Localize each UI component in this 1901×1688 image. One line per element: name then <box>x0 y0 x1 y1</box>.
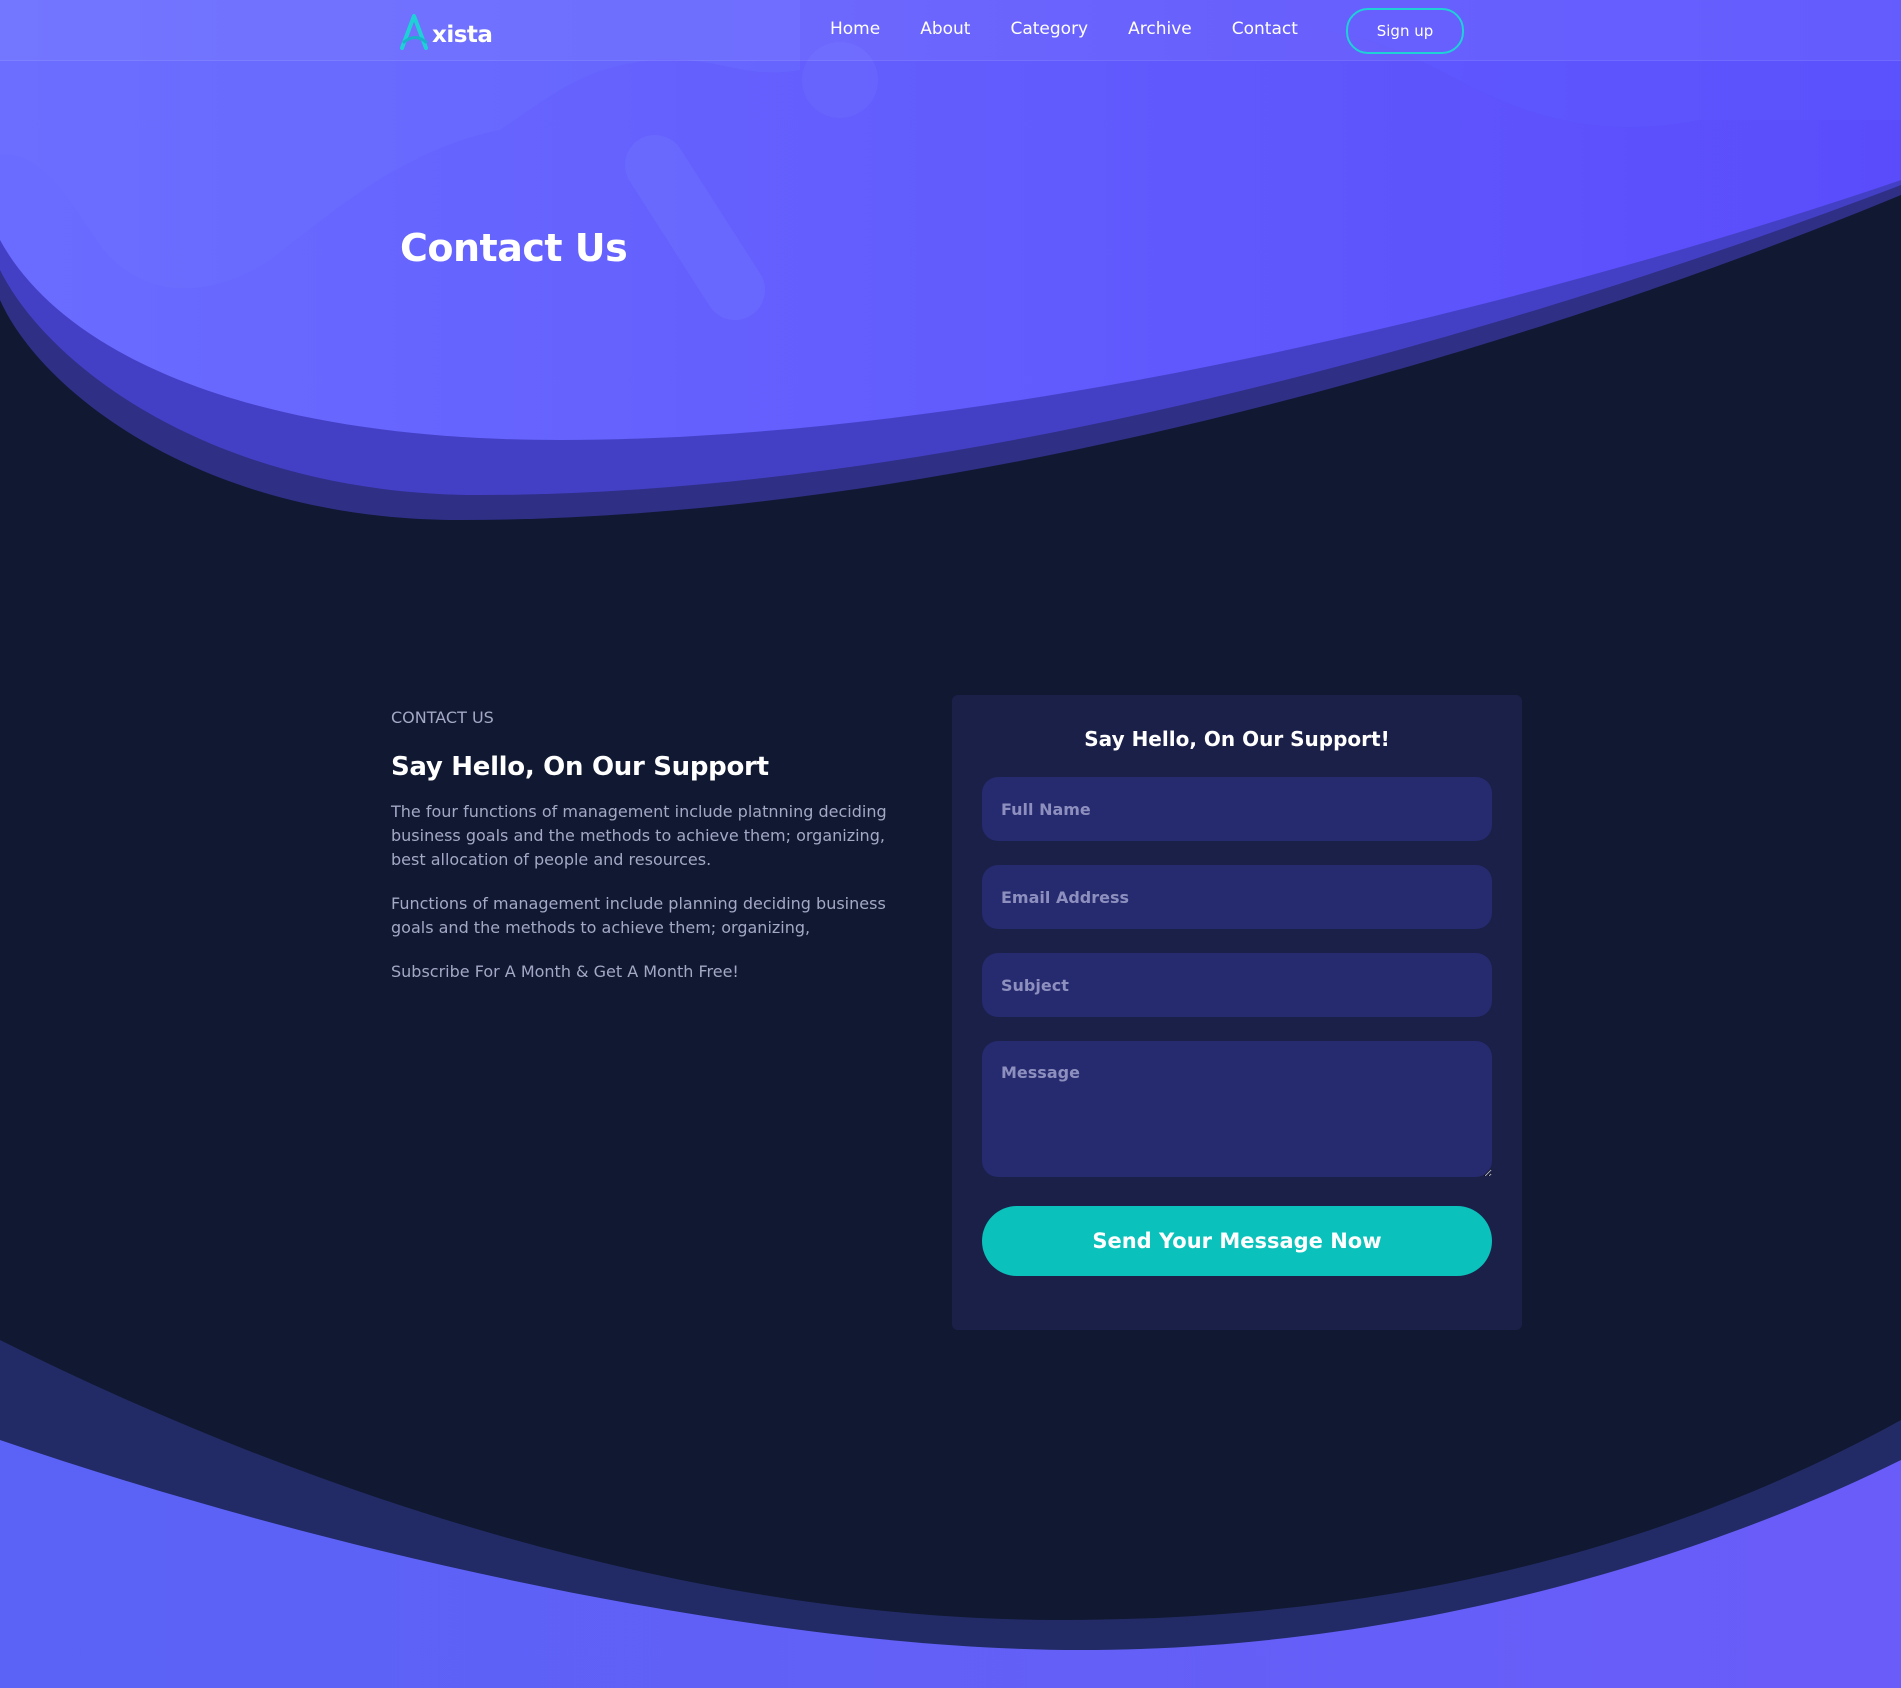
contact-form: Say Hello, On Our Support! Send Your Mes… <box>952 695 1522 1330</box>
nav-link-about[interactable]: About <box>920 19 970 39</box>
detail-paragraph: Functions of management include planning… <box>391 894 886 937</box>
brand-logo[interactable]: xista <box>398 10 493 50</box>
logo-mark-icon <box>400 14 428 50</box>
full-name-input[interactable] <box>982 777 1492 841</box>
brand-name: xista <box>432 22 493 48</box>
section-eyebrow: CONTACT US <box>391 708 494 727</box>
subscribe-note: Subscribe For A Month & Get A Month Free… <box>391 962 739 981</box>
intro-paragraph: The four functions of management include… <box>391 802 887 869</box>
section-heading: Say Hello, On Our Support <box>391 752 769 782</box>
nav-link-category[interactable]: Category <box>1010 19 1088 39</box>
background-waves <box>0 0 1901 1688</box>
nav-link-home[interactable]: Home <box>830 19 880 39</box>
top-navbar: xista Home About Category Archive Contac… <box>0 0 1901 61</box>
main-nav: Home About Category Archive Contact <box>830 0 1338 58</box>
nav-link-contact[interactable]: Contact <box>1232 19 1298 39</box>
page-title: Contact Us <box>400 226 628 270</box>
contact-info: CONTACT US Say Hello, On Our Support The… <box>391 706 901 1004</box>
form-title: Say Hello, On Our Support! <box>1084 727 1390 751</box>
nav-link-archive[interactable]: Archive <box>1128 19 1192 39</box>
message-textarea[interactable] <box>982 1041 1492 1177</box>
subject-input[interactable] <box>982 953 1492 1017</box>
email-input[interactable] <box>982 865 1492 929</box>
send-message-button[interactable]: Send Your Message Now <box>982 1206 1492 1276</box>
signup-button[interactable]: Sign up <box>1346 8 1464 54</box>
